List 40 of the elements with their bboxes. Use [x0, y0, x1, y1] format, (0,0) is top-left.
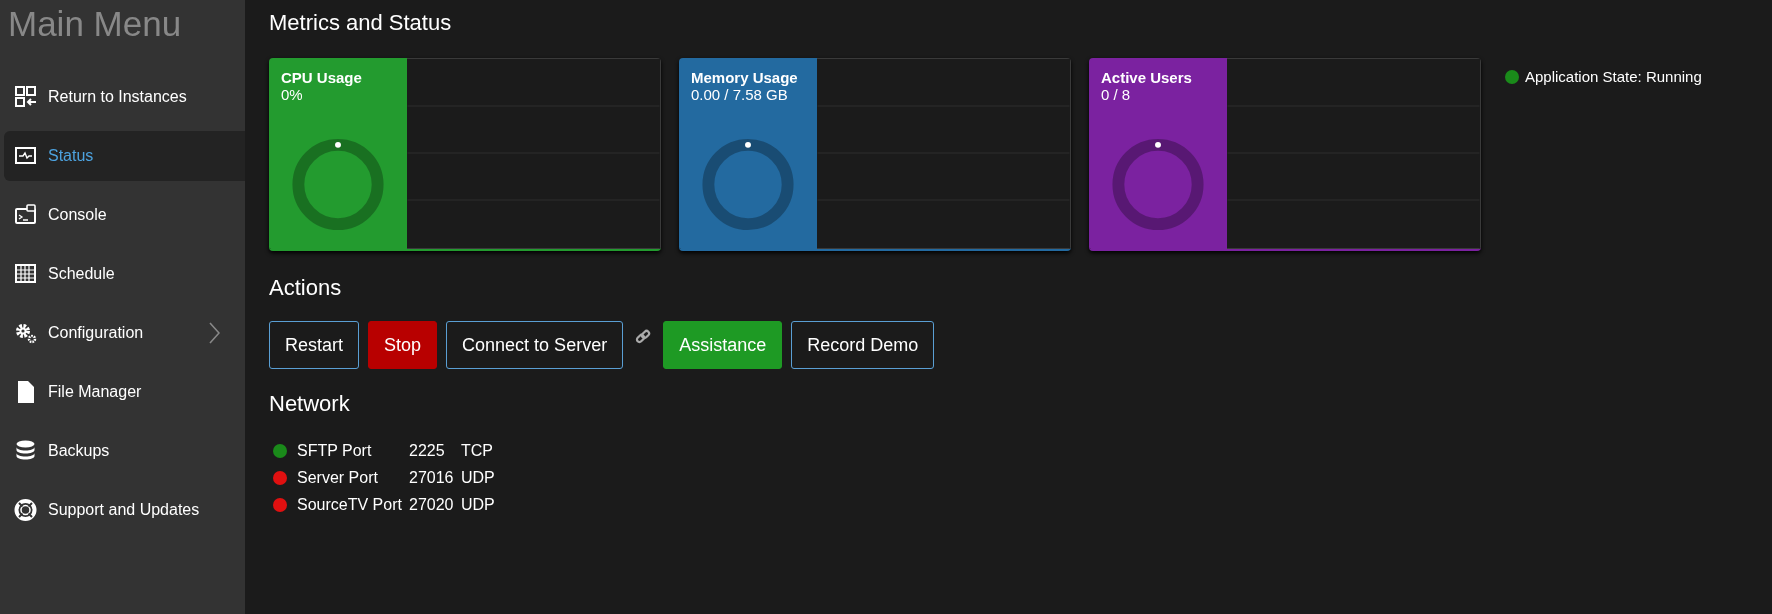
- metric-value: 0 / 8: [1101, 86, 1131, 103]
- menu-item[interactable]: Backups: [4, 426, 245, 476]
- app-state-label: Application State: Running: [1525, 68, 1702, 85]
- metric-title: Memory Usage: [691, 69, 798, 86]
- metric-value: 0.00 / 7.58 GB: [691, 86, 788, 103]
- grid-icon: [14, 85, 37, 109]
- calendar-grid-icon: [14, 262, 37, 286]
- port-number: 27020: [409, 495, 455, 514]
- action-button[interactable]: Connect to Server: [446, 321, 624, 369]
- sidebar-title: Main Menu: [7, 3, 183, 45]
- menu-item[interactable]: Status: [4, 131, 245, 181]
- menu-item[interactable]: Return to Instances: [4, 72, 245, 122]
- action-button[interactable]: Record Demo: [791, 321, 935, 369]
- port-name: Server Port: [297, 468, 379, 487]
- metric-title: Active Users: [1101, 69, 1192, 86]
- section-heading: Actions: [269, 275, 342, 301]
- port-protocol: UDP: [461, 495, 495, 514]
- port-name: SourceTV Port: [297, 495, 403, 514]
- menu-item[interactable]: File Manager: [4, 367, 245, 417]
- terminal-icon: [14, 203, 37, 227]
- action-button[interactable]: Restart: [269, 321, 360, 369]
- port-number: 2225: [409, 441, 446, 460]
- port-protocol: TCP: [461, 441, 493, 460]
- section-heading: Network: [269, 391, 350, 417]
- link-icon[interactable]: [635, 329, 652, 345]
- lifebuoy-icon: [14, 498, 37, 522]
- metric-value: 0%: [281, 86, 303, 103]
- menu-item[interactable]: Console: [4, 190, 245, 240]
- gears-icon: [14, 321, 37, 345]
- menu-item[interactable]: Support and Updates: [4, 485, 245, 535]
- metric-title: CPU Usage: [281, 69, 362, 86]
- menu-item[interactable]: Configuration: [4, 308, 245, 358]
- action-button[interactable]: Stop: [368, 321, 438, 369]
- action-button[interactable]: Assistance: [663, 321, 783, 369]
- port-number: 27016: [409, 468, 455, 487]
- port-name: SFTP Port: [297, 441, 373, 460]
- port-protocol: UDP: [461, 468, 495, 487]
- section-heading: Metrics and Status: [269, 10, 452, 36]
- menu-item[interactable]: Schedule: [4, 249, 245, 299]
- database-icon: [14, 439, 37, 463]
